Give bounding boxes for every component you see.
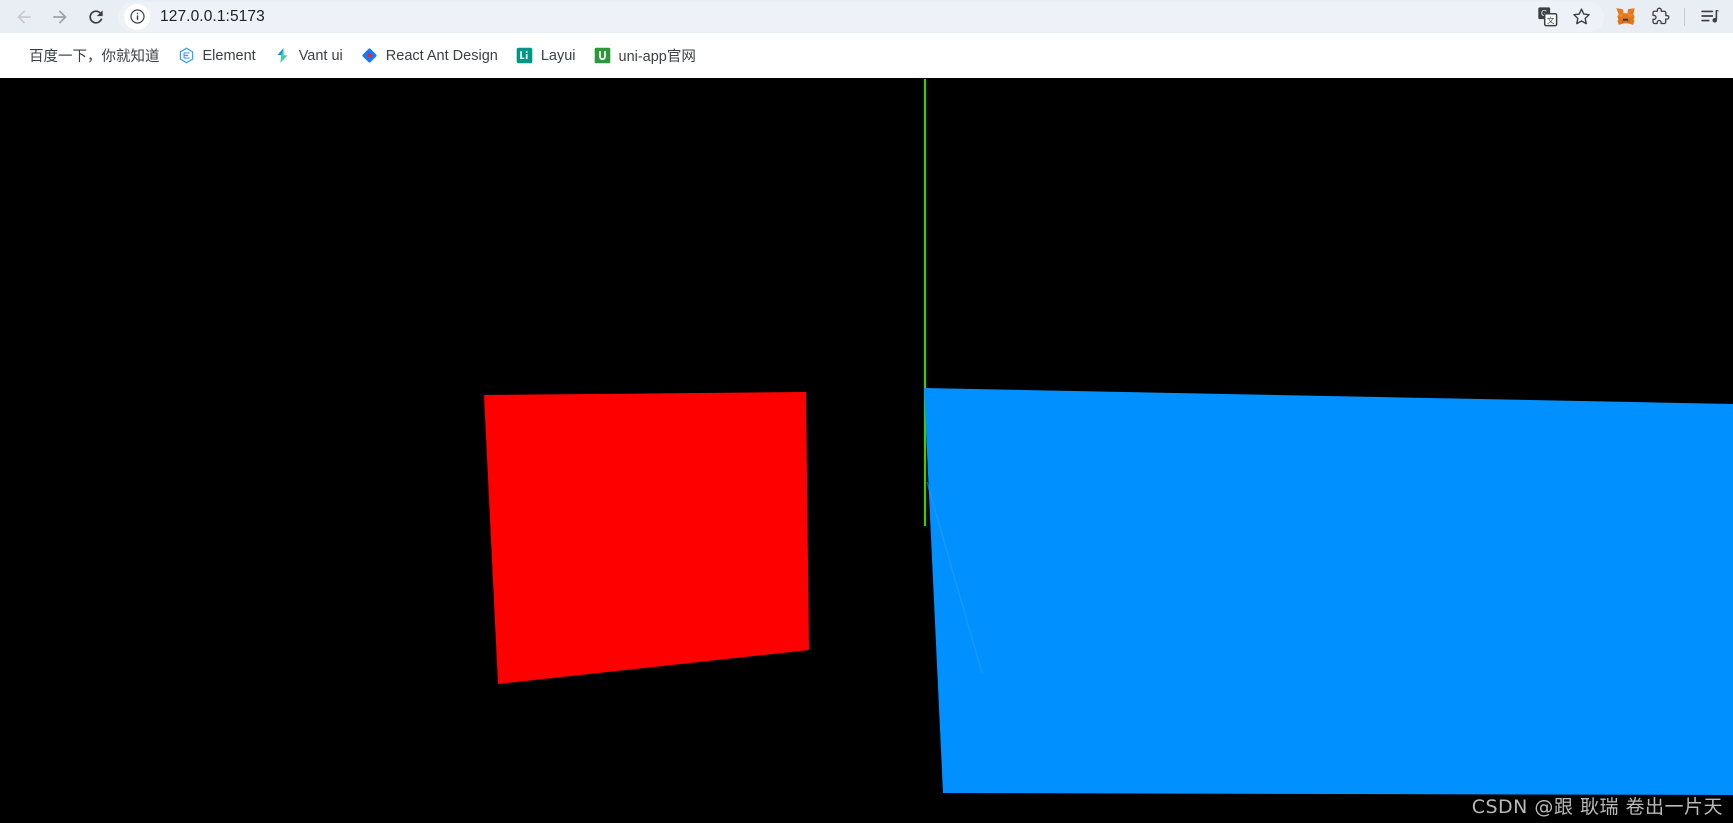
ant-design-icon bbox=[361, 47, 378, 64]
media-playlist-icon[interactable] bbox=[1693, 2, 1727, 32]
bookmark-uniapp[interactable]: uni-app官网 bbox=[586, 42, 704, 70]
reload-button[interactable] bbox=[78, 2, 114, 32]
metamask-extension-icon[interactable] bbox=[1608, 2, 1642, 32]
browser-window: 127.0.0.1:5173 G 文 百度一下，你就知道 Element Van… bbox=[0, 0, 1733, 823]
bookmark-react-ant-design[interactable]: React Ant Design bbox=[353, 42, 506, 70]
forward-button[interactable] bbox=[42, 2, 78, 32]
bookmark-label: Layui bbox=[540, 47, 576, 64]
address-bar-url[interactable]: 127.0.0.1:5173 bbox=[160, 8, 265, 26]
csdn-watermark: CSDN @跟 耿瑞 卷出一片天 bbox=[1471, 796, 1723, 818]
blue-plane[interactable] bbox=[924, 388, 1733, 795]
svg-text:文: 文 bbox=[1546, 15, 1554, 25]
bookmark-baidu[interactable]: 百度一下，你就知道 bbox=[0, 42, 168, 70]
star-icon[interactable] bbox=[1564, 2, 1598, 32]
bookmark-label: 百度一下，你就知道 bbox=[29, 49, 160, 65]
info-circle-icon[interactable] bbox=[124, 3, 150, 30]
bookmark-label: Vant ui bbox=[298, 47, 343, 64]
bookmark-label: Element bbox=[202, 47, 256, 64]
extensions-area bbox=[1608, 2, 1727, 32]
red-plane[interactable] bbox=[484, 392, 809, 684]
bookmark-label: React Ant Design bbox=[385, 47, 498, 64]
toolbar-divider bbox=[1684, 7, 1685, 26]
layui-icon bbox=[516, 47, 533, 64]
element-ui-icon bbox=[178, 47, 195, 64]
bookmark-element[interactable]: Element bbox=[170, 42, 264, 70]
webgl-canvas[interactable] bbox=[0, 78, 1733, 823]
vant-ui-icon bbox=[274, 47, 291, 64]
bookmark-label: uni-app官网 bbox=[618, 49, 696, 65]
bookmark-layui[interactable]: Layui bbox=[508, 42, 584, 70]
page-viewport[interactable]: CSDN @跟 耿瑞 卷出一片天 bbox=[0, 78, 1733, 823]
back-button[interactable] bbox=[6, 2, 42, 32]
baidu-icon bbox=[4, 47, 21, 64]
bookmark-vant-ui[interactable]: Vant ui bbox=[266, 42, 351, 70]
uniapp-icon bbox=[594, 47, 611, 64]
google-translate-icon[interactable]: G 文 bbox=[1530, 2, 1564, 32]
extensions-puzzle-icon[interactable] bbox=[1642, 2, 1676, 32]
browser-toolbar: 127.0.0.1:5173 G 文 bbox=[0, 0, 1733, 33]
bookmarks-bar: 百度一下，你就知道 Element Vant ui React Ant Desi… bbox=[0, 33, 1733, 78]
omnibox-actions: G 文 bbox=[1530, 2, 1604, 32]
address-bar[interactable]: 127.0.0.1:5173 G 文 bbox=[118, 1, 1604, 32]
